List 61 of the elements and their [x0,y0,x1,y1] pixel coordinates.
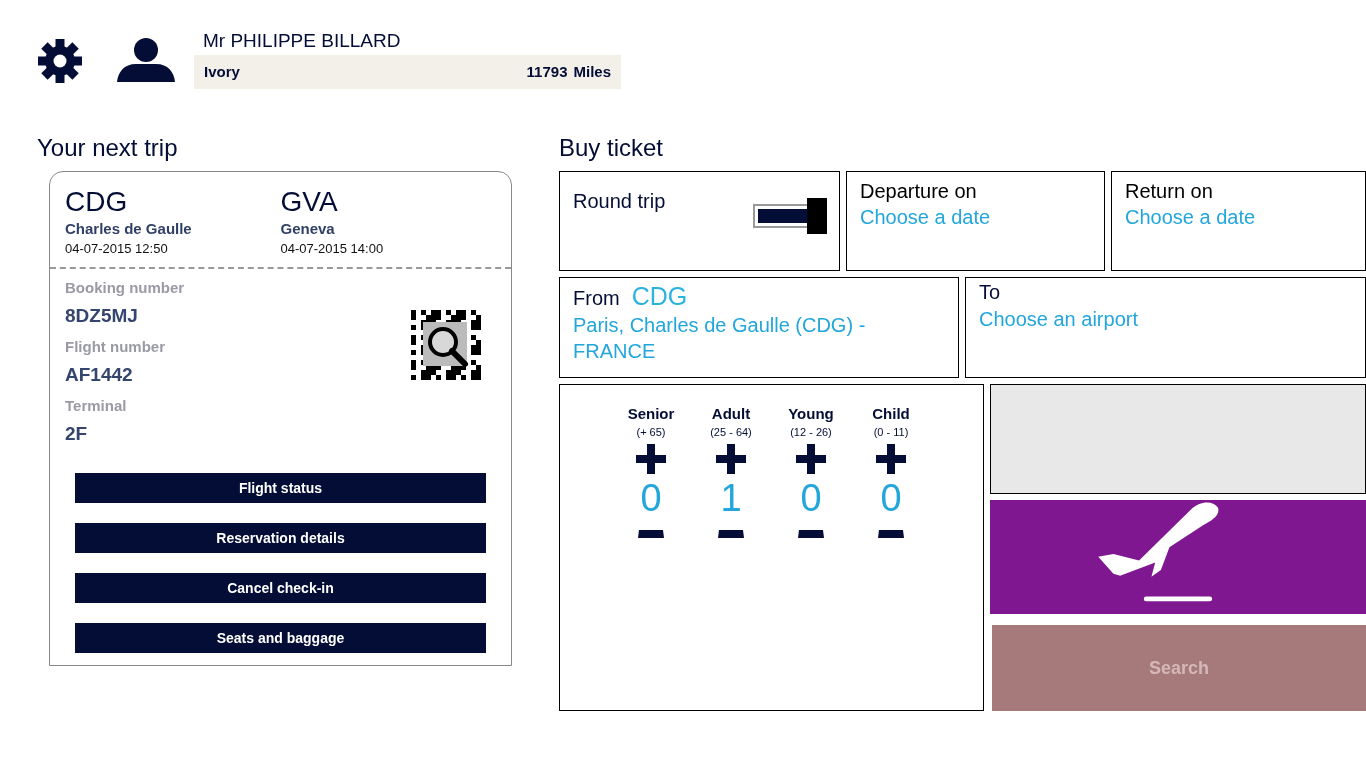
passenger-count: 0 [800,476,822,521]
date-picker[interactable]: Departure on Choose a date [846,171,1105,271]
origin-picker[interactable]: From CDG Paris, Charles de Gaulle (CDG) - FRANCE [559,277,959,378]
tier-label: Ivory [204,61,240,82]
trip-action-button[interactable]: Flight status [75,473,486,503]
plus-icon[interactable] [876,444,906,474]
passenger-type: Senior [627,405,675,423]
passenger-type: Young [788,405,834,423]
airport-name: Geneva [280,219,336,239]
date-picker[interactable]: Return on Choose a date [1111,171,1366,271]
round-trip-toggle[interactable] [753,198,827,234]
destination-picker[interactable]: To Choose an airport [965,277,1366,378]
qr-code-icon [411,310,481,380]
passenger-count: 0 [880,476,902,521]
plus-icon[interactable] [636,444,666,474]
age-range: (+ 65) [636,425,666,440]
airport-code: GVA [280,186,339,218]
from-label: From [573,286,620,311]
settings-icon[interactable] [37,38,83,84]
passenger-count: 0 [640,476,662,521]
trip-action-button[interactable]: Cancel check-in [75,573,486,603]
round-trip-label: Round trip [573,189,666,214]
age-range: (12 - 26) [790,425,832,440]
from-value: Paris, Charles de Gaulle (CDG) - FRANCE [573,313,867,364]
age-range: (0 - 11) [873,425,909,440]
detail-label: Terminal [65,396,128,416]
date-value: Choose a date [860,205,992,230]
from-code: CDG [631,281,688,312]
plane-tile[interactable] [990,500,1366,614]
date-value: Choose a date [1125,205,1257,230]
miles-unit: Miles [573,61,611,82]
age-range: (25 - 64) [710,425,752,440]
flight-datetime: 04-07-2015 14:00 [280,240,385,258]
detail-label: Flight number [65,337,166,357]
detail-value: 8DZ5MJ [65,304,139,328]
section-title: Buy ticket [559,133,665,163]
minus-icon[interactable] [718,530,744,538]
section-title: Your next trip [37,133,179,163]
trip-action-button[interactable]: Seats and baggage [75,623,486,653]
date-label: Return on [1125,179,1214,204]
detail-value: AF1442 [65,363,134,387]
date-label: Departure on [860,179,978,204]
airport-name: Charles de Gaulle [65,219,193,239]
airport-code: CDG [65,186,129,218]
plus-icon[interactable] [716,444,746,474]
user-icon[interactable] [116,38,176,82]
trip-action-button[interactable]: Reservation details [75,523,486,553]
detail-label: Booking number [65,278,186,298]
passenger-type: Child [872,405,910,423]
detail-value: 2F [65,422,89,446]
minus-icon[interactable] [878,530,904,538]
passenger-type: Adult [711,405,751,423]
flight-datetime: 04-07-2015 12:50 [65,240,169,258]
minus-icon[interactable] [638,530,664,538]
miles-count: 11793 [526,61,568,82]
to-value: Choose an airport [979,307,1139,332]
to-label: To [979,280,1002,305]
minus-icon[interactable] [798,530,824,538]
plus-icon[interactable] [796,444,826,474]
passenger-count: 1 [720,476,742,521]
passenger-name: Mr PHILIPPE BILLARD [203,29,402,53]
